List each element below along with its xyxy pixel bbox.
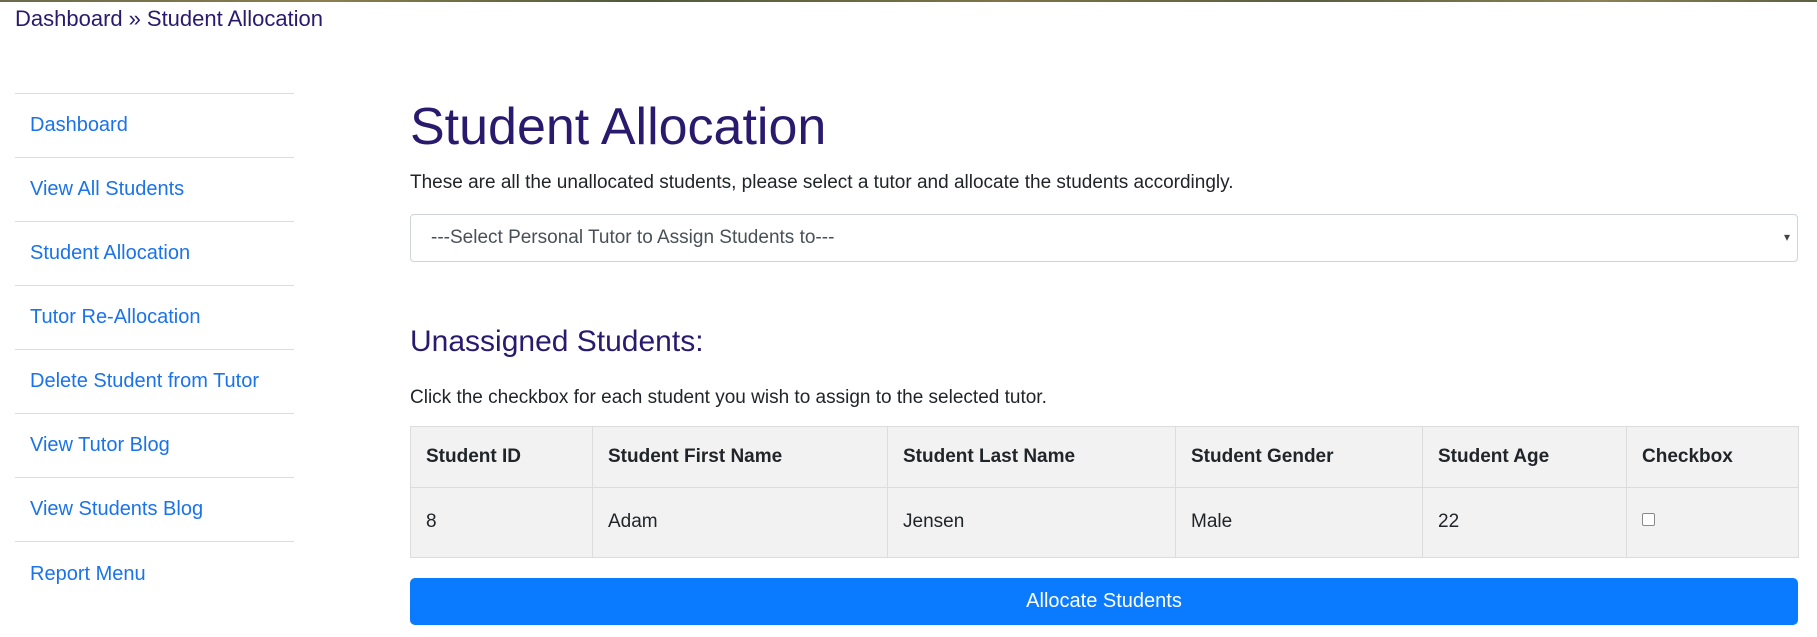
breadcrumb-current: Student Allocation xyxy=(146,6,324,31)
cell-first-name: Adam xyxy=(592,486,888,558)
column-header-checkbox: Checkbox xyxy=(1626,425,1799,488)
cell-checkbox xyxy=(1626,486,1799,558)
student-select-checkbox[interactable] xyxy=(1642,512,1655,526)
sidebar-item-delete-student-from-tutor[interactable]: Delete Student from Tutor xyxy=(15,350,294,414)
breadcrumb: Dashboard» Student Allocation xyxy=(15,6,323,32)
breadcrumb-home-link[interactable]: Dashboard xyxy=(15,6,123,31)
column-header-last-name: Student Last Name xyxy=(887,425,1176,488)
table-row: 8 Adam Jensen Male 22 xyxy=(410,486,1799,558)
column-header-first-name: Student First Name xyxy=(592,425,888,488)
unassigned-students-table: Student ID Student First Name Student La… xyxy=(410,425,1799,558)
table-header-row: Student ID Student First Name Student La… xyxy=(410,425,1799,488)
breadcrumb-separator: » xyxy=(128,6,141,31)
header-banner-strip xyxy=(0,0,1817,2)
cell-student-id: 8 xyxy=(410,486,593,558)
column-header-age: Student Age xyxy=(1422,425,1627,488)
sidebar-item-view-all-students[interactable]: View All Students xyxy=(15,158,294,222)
sidebar-nav: Dashboard View All Students Student Allo… xyxy=(15,93,294,606)
sidebar-item-dashboard[interactable]: Dashboard xyxy=(15,94,294,158)
cell-age: 22 xyxy=(1422,486,1627,558)
page-title: Student Allocation xyxy=(410,98,827,156)
chevron-down-icon: ▾ xyxy=(1783,230,1790,244)
sidebar-item-view-tutor-blog[interactable]: View Tutor Blog xyxy=(15,414,294,478)
tutor-select-wrapper: ---Select Personal Tutor to Assign Stude… xyxy=(410,214,1798,262)
allocate-students-button[interactable]: Allocate Students xyxy=(410,577,1798,625)
sidebar-item-view-students-blog[interactable]: View Students Blog xyxy=(15,478,294,542)
column-header-student-id: Student ID xyxy=(410,425,593,488)
sidebar-item-tutor-reallocation[interactable]: Tutor Re-Allocation xyxy=(15,286,294,350)
column-header-gender: Student Gender xyxy=(1175,425,1423,488)
sidebar-item-report-menu[interactable]: Report Menu xyxy=(15,542,294,606)
cell-last-name: Jensen xyxy=(887,486,1176,558)
unassigned-students-heading: Unassigned Students: xyxy=(410,325,704,358)
main-content: Student Allocation These are all the una… xyxy=(410,92,1799,625)
cell-gender: Male xyxy=(1175,486,1423,558)
sidebar-item-student-allocation[interactable]: Student Allocation xyxy=(15,222,294,286)
tutor-select-dropdown[interactable]: ---Select Personal Tutor to Assign Stude… xyxy=(410,214,1798,262)
tutor-select-value: ---Select Personal Tutor to Assign Stude… xyxy=(431,227,835,248)
unassigned-students-description: Click the checkbox for each student you … xyxy=(410,386,1047,408)
page-intro-text: These are all the unallocated students, … xyxy=(410,172,1234,193)
